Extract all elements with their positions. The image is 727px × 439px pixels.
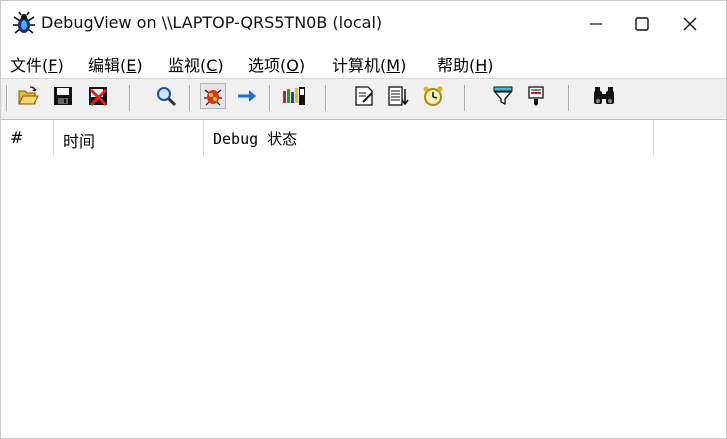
- menu-help-tail: ): [487, 56, 494, 75]
- window-title: DebugView on \\LAPTOP-QRS5TN0B (local): [41, 13, 383, 32]
- open-folder-icon: [18, 86, 39, 105]
- find-button[interactable]: [591, 83, 617, 109]
- menu-bar: 文件(F) 编辑(E) 监视(C) 选项(O) 计算机(M) 帮助(H): [1, 47, 726, 77]
- history-depth-icon: [283, 87, 305, 105]
- toolbar-separator: [568, 85, 569, 111]
- clock-time-button[interactable]: [385, 83, 411, 109]
- autoscroll-button[interactable]: [234, 83, 260, 109]
- menu-computer-tail: ): [400, 56, 407, 75]
- menu-file[interactable]: 文件(F): [10, 52, 64, 76]
- toolbar-separator: [269, 85, 270, 111]
- capture-win32-icon: [204, 89, 222, 106]
- toolbar-separator: [6, 85, 7, 111]
- column-header-debug-print[interactable]: Debug 状态: [204, 120, 654, 156]
- menu-options-label: 选项(: [248, 56, 287, 75]
- menu-options-tail: ): [298, 56, 306, 75]
- menu-edit[interactable]: 编辑(E): [88, 52, 143, 76]
- filter-button[interactable]: [490, 83, 516, 109]
- toolbar-separator: [464, 85, 465, 111]
- menu-computer-accel: M: [386, 56, 401, 75]
- menu-help-label: 帮助(: [437, 56, 476, 75]
- filter-funnel-icon: [493, 86, 513, 106]
- menu-edit-label: 编辑(: [88, 56, 127, 75]
- menu-help-accel: H: [475, 56, 488, 75]
- menu-options[interactable]: 选项(O): [248, 52, 305, 76]
- debugview-bug-icon: [13, 11, 35, 34]
- column-header-debug-print-label: Debug 状态: [213, 130, 298, 148]
- clear-display-icon: [89, 87, 108, 107]
- toolbar: [1, 78, 726, 120]
- clear-display-button[interactable]: [85, 83, 111, 109]
- menu-capture-label: 监视(: [168, 56, 207, 75]
- toolbar-separator: [325, 85, 326, 111]
- column-header-index[interactable]: #: [1, 120, 54, 156]
- column-header-time-label: 时间: [63, 132, 96, 151]
- autoscroll-arrow-icon: [238, 90, 256, 102]
- menu-file-tail: ): [57, 56, 64, 75]
- alarm-clock-button[interactable]: [420, 83, 446, 109]
- menu-computer-label: 计算机(: [332, 56, 387, 75]
- title-bar[interactable]: DebugView on \\LAPTOP-QRS5TN0B (local): [1, 1, 726, 47]
- menu-file-label: 文件(: [10, 56, 49, 75]
- column-header-index-label: #: [10, 128, 24, 147]
- menu-edit-accel: E: [126, 56, 137, 75]
- menu-computer[interactable]: 计算机(M): [332, 52, 406, 76]
- menu-capture[interactable]: 监视(C): [168, 52, 224, 76]
- menu-options-accel: O: [286, 56, 299, 75]
- open-button[interactable]: [15, 83, 41, 109]
- capture-magnifier-icon: [157, 87, 177, 107]
- capture-win32-toggle[interactable]: [200, 83, 226, 109]
- edit-note-icon: [355, 86, 373, 106]
- capture-kernel-button[interactable]: [153, 83, 179, 109]
- menu-capture-tail: ): [217, 56, 224, 75]
- maximize-icon: [635, 17, 649, 31]
- edit-note-button[interactable]: [351, 83, 377, 109]
- minimize-icon: [590, 23, 602, 25]
- menu-capture-accel: C: [206, 56, 218, 75]
- debug-output-list[interactable]: # 时间 Debug 状态: [1, 120, 726, 438]
- history-depth-button[interactable]: [281, 83, 307, 109]
- minimize-button[interactable]: [573, 1, 619, 47]
- close-icon: [683, 17, 697, 31]
- maximize-button[interactable]: [619, 1, 665, 47]
- debugview-window: DebugView on \\LAPTOP-QRS5TN0B (local) 文…: [0, 0, 727, 439]
- alarm-clock-icon: [423, 86, 443, 106]
- toolbar-separator: [189, 85, 190, 111]
- toolbar-separator: [129, 85, 130, 111]
- find-binoculars-icon: [594, 87, 614, 104]
- menu-help[interactable]: 帮助(H): [437, 52, 494, 76]
- close-button[interactable]: [667, 1, 713, 47]
- highlight-button[interactable]: [523, 83, 549, 109]
- clock-time-icon: [388, 86, 409, 106]
- column-header-time[interactable]: 时间: [54, 120, 204, 156]
- save-disk-icon: [54, 87, 72, 105]
- highlight-icon: [528, 86, 544, 106]
- menu-edit-tail: ): [136, 56, 143, 75]
- save-button[interactable]: [50, 83, 76, 109]
